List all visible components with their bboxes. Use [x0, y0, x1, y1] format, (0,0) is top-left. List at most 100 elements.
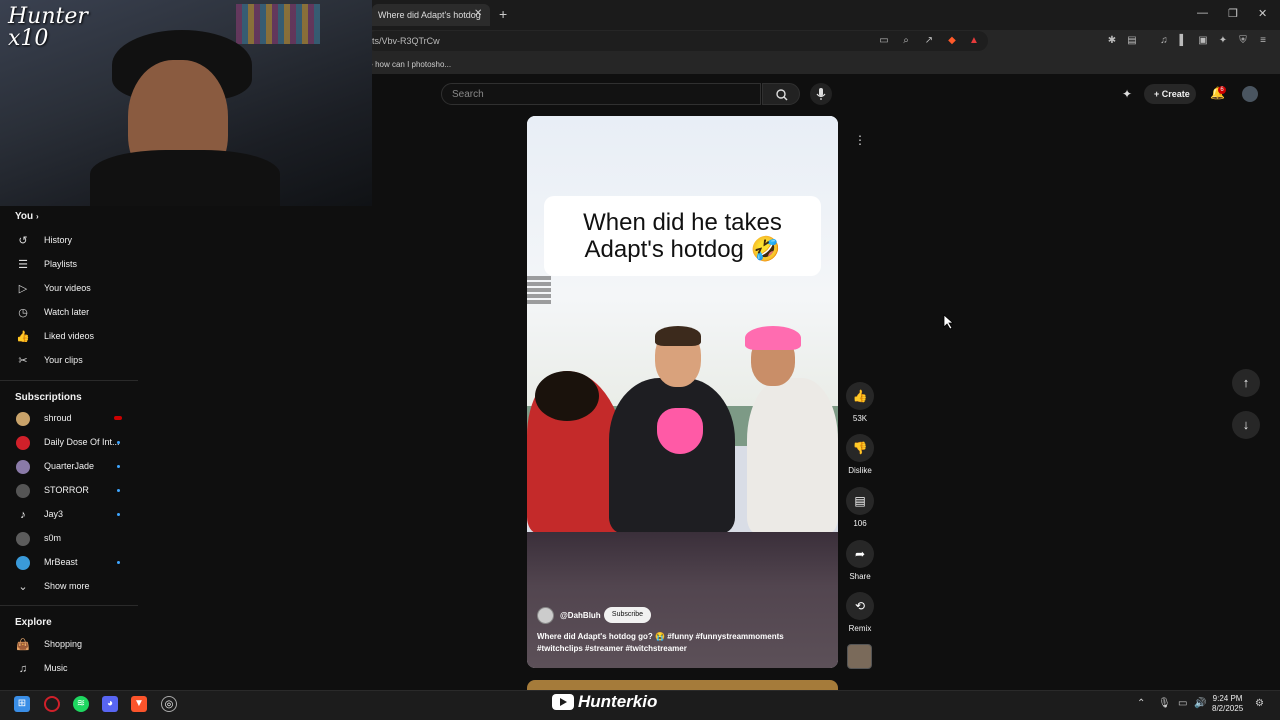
- sidebar-item-shroud[interactable]: shroud: [0, 407, 138, 431]
- watch-later-icon: ◷: [18, 307, 28, 319]
- new-tab-icon[interactable]: +: [499, 6, 507, 22]
- spotify-icon[interactable]: ≋: [73, 696, 89, 712]
- playlists-icon: ☰: [18, 259, 28, 271]
- maximize-icon[interactable]: ❐: [1228, 7, 1238, 20]
- share-page-icon[interactable]: ↗: [923, 35, 935, 47]
- more-options-icon[interactable]: ⋮: [849, 129, 871, 151]
- sidebar-you-heading[interactable]: You ›: [15, 211, 39, 222]
- create-button[interactable]: + Create: [1144, 84, 1196, 104]
- sidebar-item-label: Your videos: [44, 283, 91, 293]
- sidebar-item-history[interactable]: ↺ History: [0, 229, 138, 253]
- search-placeholder: Search: [452, 89, 484, 100]
- tab-search-icon[interactable]: ▤: [1126, 35, 1138, 47]
- share-icon[interactable]: ➦: [846, 540, 874, 568]
- video-description[interactable]: Where did Adapt's hotdog go? 😭 #funny #f…: [537, 631, 827, 655]
- tray-mic-icon[interactable]: 🎙: [1158, 698, 1171, 709]
- sidebar-item-playlists[interactable]: ☰ Playlists: [0, 253, 138, 277]
- share-action[interactable]: ➦ Share: [845, 540, 875, 581]
- sidebar-item-label: Daily Dose Of Int...: [44, 437, 120, 447]
- sidebar-item-shopping[interactable]: 👜 Shopping: [0, 633, 138, 657]
- brave-icon[interactable]: ▼: [131, 696, 147, 712]
- channel-name[interactable]: @DahBluh: [560, 611, 601, 620]
- comments-action[interactable]: ▤ 106: [845, 487, 875, 528]
- history-icon: ↺: [18, 235, 28, 247]
- shopping-bag-icon: 👜: [16, 639, 30, 651]
- dislike-action[interactable]: 👎 Dislike: [845, 434, 875, 475]
- tray-network-icon[interactable]: ▭: [1178, 698, 1187, 709]
- thumbs-up-icon[interactable]: 👍: [846, 382, 874, 410]
- remix-icon[interactable]: ⟲: [846, 592, 874, 620]
- next-short-button[interactable]: ↓: [1232, 411, 1260, 439]
- bookmark-item[interactable]: ◦ how can I photosho...: [370, 60, 451, 69]
- zoom-icon[interactable]: ⌕: [900, 35, 912, 47]
- tab-close-icon[interactable]: ✕: [474, 8, 482, 19]
- windows-start-icon[interactable]: ⊞: [14, 696, 30, 712]
- sound-thumbnail[interactable]: [847, 644, 872, 669]
- channel-avatar[interactable]: [537, 607, 554, 624]
- voice-search-button[interactable]: [810, 83, 832, 105]
- show-more-button[interactable]: ⌄ Show more: [0, 575, 138, 599]
- tray-settings-icon[interactable]: ⚙: [1255, 698, 1264, 709]
- vpn-icon[interactable]: ⛨: [1237, 35, 1249, 47]
- menu-icon[interactable]: ≡: [1257, 35, 1269, 47]
- mic-icon: [816, 88, 826, 100]
- subscribe-button[interactable]: Subscribe: [604, 607, 651, 623]
- minimize-icon[interactable]: —: [1197, 7, 1208, 19]
- extensions-icon[interactable]: ✱: [1106, 35, 1118, 47]
- previous-short-button[interactable]: ↑: [1232, 369, 1260, 397]
- discord-icon[interactable]: ◕: [102, 696, 118, 712]
- remix-action[interactable]: ⟲ Remix: [845, 592, 875, 633]
- comment-icon[interactable]: ▤: [846, 487, 874, 515]
- window-close-icon[interactable]: ✕: [1258, 7, 1267, 20]
- sidebar-item-s0m[interactable]: s0m: [0, 527, 138, 551]
- sidebar-item-label: STORROR: [44, 485, 89, 495]
- sidebar-item-label: Liked videos: [44, 331, 95, 341]
- next-short-preview[interactable]: [527, 680, 838, 690]
- person-right: [747, 378, 838, 533]
- sidebar-item-your-videos[interactable]: ▷ Your videos: [0, 277, 138, 301]
- brave-shield-icon[interactable]: ◆: [946, 35, 958, 47]
- tray-volume-icon[interactable]: 🔊: [1194, 698, 1206, 709]
- sidebar-item-daily-dose[interactable]: Daily Dose Of Int...: [0, 431, 138, 455]
- channel-avatar: [16, 412, 30, 426]
- sidebar-item-liked-videos[interactable]: 👍 Liked videos: [0, 325, 138, 349]
- system-clock[interactable]: 9:24 PM 8/2/2025: [1212, 694, 1243, 714]
- sidebar-item-watch-later[interactable]: ◷ Watch later: [0, 301, 138, 325]
- sidebar-item-jay3[interactable]: ♪ Jay3: [0, 503, 138, 527]
- obs-icon[interactable]: ◎: [161, 696, 177, 712]
- opera-icon[interactable]: [44, 696, 60, 712]
- sidebar-item-mrbeast[interactable]: MrBeast: [0, 551, 138, 575]
- sidebar-item-quarterjade[interactable]: QuarterJade: [0, 455, 138, 479]
- shorts-player[interactable]: When did he takes Adapt's hotdog 🤣: [527, 116, 838, 668]
- overlay-logo: Hunter x10: [8, 4, 88, 51]
- avatar[interactable]: [1242, 86, 1258, 102]
- liked-icon: 👍: [16, 331, 30, 343]
- wallet-icon[interactable]: ▣: [1197, 35, 1209, 47]
- sidebar-item-your-clips[interactable]: ✂ Your clips: [0, 349, 138, 373]
- brave-rewards-icon[interactable]: ▲: [968, 35, 980, 47]
- subscriptions-heading[interactable]: Subscriptions: [15, 392, 82, 403]
- leo-ai-icon[interactable]: ✦: [1217, 35, 1229, 47]
- sidebar-item-storror[interactable]: STORROR: [0, 479, 138, 503]
- sidebar-item-label: Your clips: [44, 355, 83, 365]
- sidebar-toggle-icon[interactable]: ▌: [1177, 35, 1189, 47]
- cast-icon[interactable]: ▭: [878, 35, 890, 47]
- remix-label: Remix: [848, 624, 872, 633]
- like-action[interactable]: 👍 53K: [845, 382, 875, 423]
- new-content-dot: [117, 513, 120, 516]
- notification-badge: 6: [1218, 86, 1226, 94]
- scissors-icon: ✂: [18, 355, 28, 367]
- media-icon[interactable]: ♫: [1158, 35, 1170, 47]
- search-input[interactable]: Search: [441, 83, 761, 105]
- comments-count: 106: [853, 519, 867, 528]
- thumbs-down-icon[interactable]: 👎: [846, 434, 874, 462]
- search-button[interactable]: [762, 83, 800, 105]
- sparkle-icon[interactable]: ✦: [1122, 87, 1132, 101]
- address-bar[interactable]: [366, 31, 988, 51]
- webcam-overlay: Hunter x10: [0, 0, 372, 206]
- live-indicator: [114, 416, 122, 420]
- sidebar-item-music[interactable]: ♫ Music: [0, 657, 138, 681]
- tray-chevron-icon[interactable]: ⌃: [1137, 698, 1145, 709]
- sidebar-item-label: QuarterJade: [44, 461, 95, 471]
- browser-tab[interactable]: Where did Adapt's hotdog: [372, 4, 490, 26]
